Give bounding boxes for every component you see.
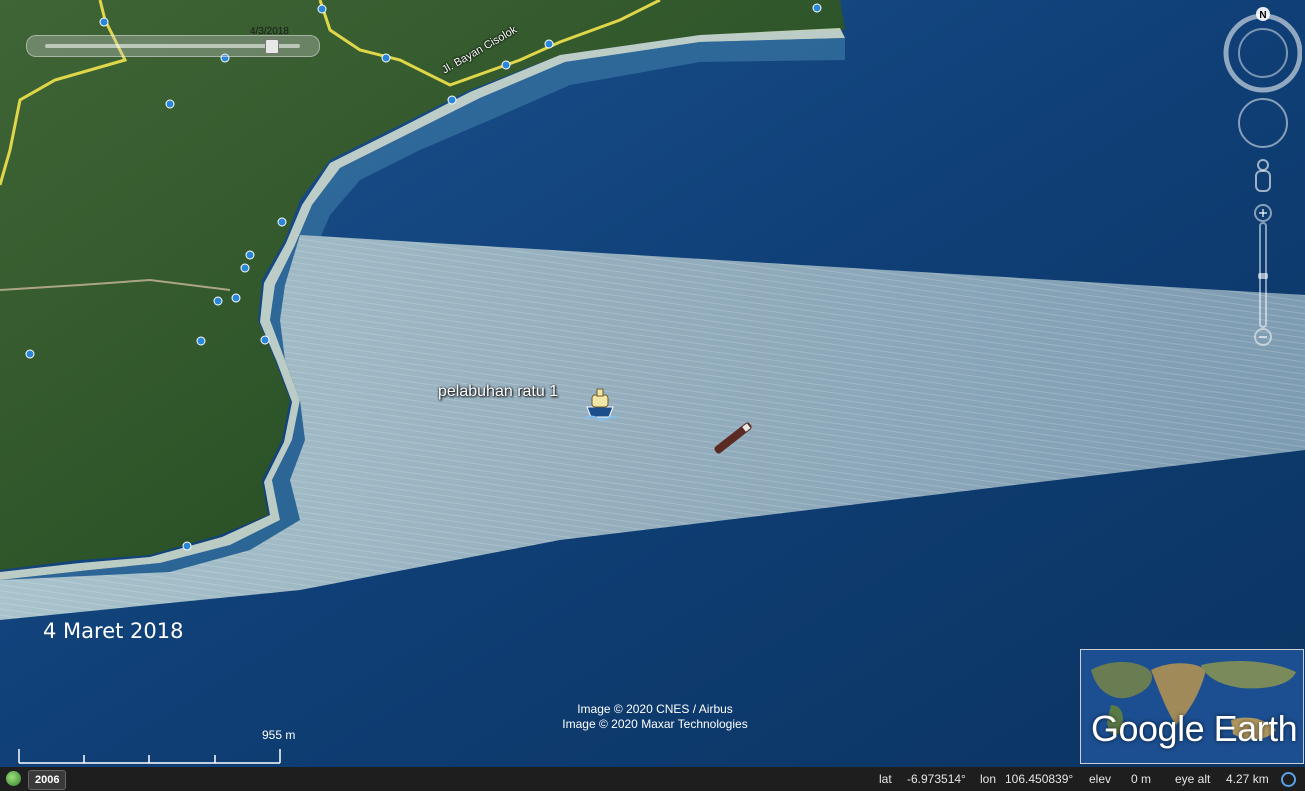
lat-label: lat (879, 772, 892, 786)
placemark-label[interactable]: pelabuhan ratu 1 (438, 383, 558, 401)
streaming-status-icon (1281, 772, 1296, 787)
google-earth-logo: Google Earth (1080, 649, 1304, 764)
lon-value: 106.450839° (1005, 772, 1074, 786)
navigation-controls[interactable]: N (1222, 5, 1302, 355)
ship-icon[interactable] (583, 385, 617, 421)
zoom-slider[interactable] (1254, 204, 1272, 346)
eye-alt-label: eye alt (1175, 772, 1211, 786)
imagery-attribution: Image © 2020 CNES / Airbus (577, 702, 733, 716)
imagery-year-badge[interactable]: 2006 (28, 770, 67, 790)
time-slider[interactable]: 4/3/2018 (26, 26, 320, 57)
look-joystick[interactable] (1238, 98, 1288, 148)
time-slider-handle[interactable] (264, 39, 279, 54)
status-bar: 2006 lat -6.973514° lon 106.450839° elev… (0, 767, 1305, 791)
elev-label: elev (1089, 772, 1112, 786)
scale-label: 955 m (262, 728, 296, 742)
historical-imagery-icon[interactable] (6, 771, 21, 786)
eye-alt-value: 4.27 km (1226, 772, 1269, 786)
google-earth-wordmark: Google Earth (1091, 708, 1298, 749)
compass-ring[interactable] (1223, 13, 1302, 93)
street-view-pegman-icon[interactable] (1255, 159, 1271, 192)
elev-value: 0 m (1131, 772, 1152, 786)
scale-bar (18, 749, 281, 764)
lon-label: lon (980, 772, 997, 786)
north-label: N (1259, 10, 1266, 21)
time-slider-date: 4/3/2018 (250, 26, 289, 37)
imagery-attribution: Image © 2020 Maxar Technologies (562, 717, 748, 731)
date-overlay: 4 Maret 2018 (43, 619, 184, 643)
lat-value: -6.973514° (907, 772, 966, 786)
time-slider-track[interactable] (45, 44, 300, 48)
